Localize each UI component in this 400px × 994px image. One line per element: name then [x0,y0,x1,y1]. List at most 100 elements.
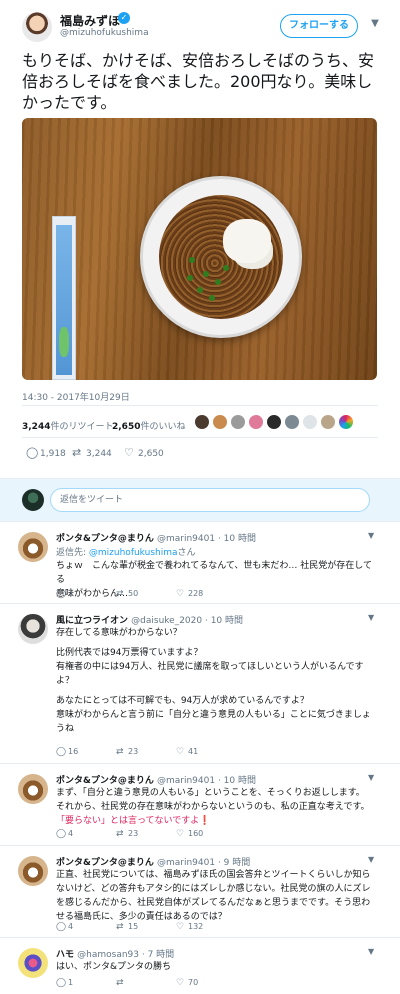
chevron-down-icon[interactable]: ▼ [368,18,382,32]
retweet-action[interactable]: ⇄ 3,244 [72,446,112,459]
reply-author[interactable]: ポンタ&プンタ@まりん @marin9401 · 9 時間 [56,855,250,868]
retweet-icon: ⇄ [116,747,124,757]
reply-input[interactable]: 返信をツイート [50,488,370,512]
scallion [223,265,229,271]
like-action-count: 2,650 [138,449,164,459]
tweet-page: 福島みずほ ✓ @mizuhofukushima フォローする ▼ もりそば、か… [0,0,400,994]
reply-count: 4 [68,922,74,931]
reply-count: 16 [68,747,79,756]
chevron-down-icon[interactable]: ▼ [368,947,374,956]
liker-avatar[interactable] [338,414,354,430]
reply-author[interactable]: 風に立つライオン @daisuke_2020 · 10 時間 [56,613,243,626]
author-handle[interactable]: @mizuhofukushima [60,28,149,38]
retweet-count: 23 [128,829,139,838]
like-action[interactable]: ♡ 160 [176,829,236,839]
reply-handle: @hamosan93 · 7 時間 [77,950,175,960]
scallion [197,287,203,293]
like-count-link[interactable]: 2,650件のいいね [112,419,185,432]
reply-action[interactable]: ◯ 1 [56,978,116,988]
reply-handle: @daisuke_2020 · 10 時間 [131,616,244,626]
retweet-action[interactable]: ⇄ [116,978,176,988]
retweet-action[interactable]: ⇄ 50 [116,589,176,599]
like-icon: ♡ [176,747,185,757]
reply-line: 存在してる意味がわからない？ [56,628,182,638]
reply-action[interactable]: ◯ 3 [56,589,116,599]
reply-action[interactable]: ◯ 4 [56,829,116,839]
reply-icon: ◯ [56,978,67,988]
chevron-down-icon[interactable]: ▼ [368,613,374,622]
reply-tweet[interactable]: ハモ @hamosan93 · 7 時間 ▼ はい、ポンタ&プンタの勝ち ◯ 1 ⇄… [0,938,400,994]
like-action[interactable]: ♡ 228 [176,589,236,599]
reply-line: 意味がわからんと言う前に「自分と違う意見の人もいる」ことに気づきましょ [56,710,371,720]
like-count: 70 [188,978,199,987]
reply-author[interactable]: ポンタ&プンタ@まりん @marin9401 · 10 時間 [56,773,256,786]
like-icon: ♡ [176,589,185,599]
liker-avatar[interactable] [320,414,336,430]
reply-to-mention[interactable]: @mizuhofukushima [89,548,178,558]
reply-author-name: ポンタ&プンタ@まりん [56,858,154,868]
reply-actions: ◯ 3 ⇄ 50 ♡ 228 [56,589,236,599]
reply-tweet[interactable]: ポンタ&プンタ@まりん @marin9401 · 9 時間 ▼ 正直、社民党につ… [0,846,400,938]
chevron-down-icon[interactable]: ▼ [368,773,374,782]
reply-tweet[interactable]: ポンタ&プンタ@まりん @marin9401 · 10 時間 ▼ 返信先: @m… [0,522,400,604]
reply-icon: ◯ [56,922,67,932]
scallion [215,279,221,285]
liker-avatar[interactable] [266,414,282,430]
soba-noodles [159,195,283,319]
retweet-count: 50 [128,589,139,598]
reply-action[interactable]: ◯ 16 [56,747,116,757]
reply-handle: @marin9401 · 10 時間 [157,534,256,544]
main-tweet: 福島みずほ ✓ @mizuhofukushima フォローする ▼ もりそば、か… [0,0,400,478]
reply-author-name: ハモ [56,950,75,960]
author-avatar[interactable] [22,12,52,42]
reply-tweet[interactable]: ポンタ&プンタ@まりん @marin9401 · 10 時間 ▼ まず、「自分と… [0,764,400,846]
avatar[interactable] [18,774,48,804]
retweet-action-count: 3,244 [86,449,112,459]
reply-action[interactable]: ◯ 4 [56,922,116,932]
like-icon: ♡ [176,829,185,839]
like-icon: ♡ [124,446,134,459]
retweet-action[interactable]: ⇄ 23 [116,747,176,757]
retweet-action[interactable]: ⇄ 23 [116,829,176,839]
reply-icon: ◯ [26,446,39,459]
viewer-avatar [22,489,44,511]
retweet-action[interactable]: ⇄ 15 [116,922,176,932]
reply-tweet[interactable]: 風に立つライオン @daisuke_2020 · 10 時間 ▼ 存在してる意味… [0,604,400,764]
tweet-timestamp[interactable]: 14:30 - 2017年10月29日 [22,390,130,403]
avatar[interactable] [18,856,48,886]
reply-actions: ◯ 4 ⇄ 23 ♡ 160 [56,829,236,839]
reply-line: ないけど、どの答弁もアタシ的にはズレしか感じない。社民党の旗の人にズレ [56,884,371,894]
reply-author[interactable]: ハモ @hamosan93 · 7 時間 [56,947,174,960]
liker-avatar[interactable] [194,414,210,430]
author-name[interactable]: 福島みずほ [60,12,120,29]
liker-avatar[interactable] [302,414,318,430]
chevron-down-icon[interactable]: ▼ [368,531,374,540]
liker-avatar[interactable] [230,414,246,430]
liker-avatar[interactable] [248,414,264,430]
chevron-down-icon[interactable]: ▼ [368,855,374,864]
follow-button[interactable]: フォローする [280,14,358,38]
reply-compose: 返信をツイート [0,478,400,522]
reply-author[interactable]: ポンタ&プンタ@まりん @marin9401 · 10 時間 [56,531,256,544]
reply-count: 1,918 [40,449,66,459]
retweet-icon: ⇄ [116,978,124,988]
retweet-count-link[interactable]: 3,244件のリツイート [22,419,113,432]
tweet-photo[interactable] [22,118,377,380]
reply-to-prefix: 返信先: [56,548,89,558]
like-action[interactable]: ♡ 41 [176,747,236,757]
like-action[interactable]: ♡ 2,650 [124,446,164,459]
reply-icon: ◯ [56,747,67,757]
verified-icon: ✓ [118,12,130,24]
like-action[interactable]: ♡ 132 [176,922,236,932]
reply-line: はい、ポンタ&プンタの勝ち [56,962,172,972]
like-count-label: 件のいいね [140,422,186,432]
reply-author-name: ポンタ&プンタ@まりん [56,776,154,786]
like-count: 2,650 [112,422,141,432]
avatar[interactable] [18,532,48,562]
reply-action[interactable]: ◯ 1,918 [26,446,66,459]
liker-avatar[interactable] [212,414,228,430]
liker-avatar[interactable] [284,414,300,430]
avatar[interactable] [18,948,48,978]
avatar[interactable] [18,614,48,644]
like-action[interactable]: ♡ 70 [176,978,236,988]
